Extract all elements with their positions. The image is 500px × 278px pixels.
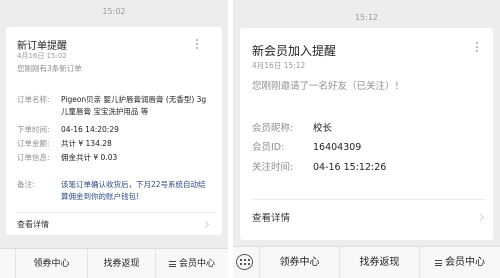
chevron-right-icon: [201, 220, 210, 229]
keyboard-icon[interactable]: [236, 254, 253, 270]
more-options-icon[interactable]: [195, 39, 199, 51]
order-name-row: 订单名称: Pigeon贝亲 婴儿护唇膏润唇膏 (无香型) 3g儿童唇膏 宝宝洗…: [17, 94, 217, 120]
chevron-right-icon: [476, 213, 485, 222]
menu-find-coupon-label: 找券返现: [359, 257, 400, 268]
order-remark-label: 备注:: [17, 180, 35, 189]
menu-member-center-label: 会员中心: [445, 257, 485, 268]
menu-member-center-label: 会员中心: [178, 259, 215, 269]
follow-time-value: 04-16 15:12:26: [313, 162, 387, 173]
order-remark-value: 该笔订单确认收货后，下月22号系统自动结算佣金到你的账户钱包!: [61, 180, 206, 201]
order-amount-label: 订单金额:: [17, 139, 50, 148]
order-time-label: 下单时间:: [17, 125, 50, 134]
member-nickname-label: 会员昵称:: [252, 123, 294, 134]
submenu-icon: [435, 260, 442, 266]
member-id-value: 16404309: [313, 142, 362, 153]
follow-time-label: 关注时间:: [252, 162, 294, 173]
card-description: 您刚刚邀请了一名好友（已关注）！: [252, 81, 405, 92]
card-date: 4月16日 15:02: [17, 52, 67, 60]
left-chat-panel: 15:02 新订单提醒 4月16日 15:02 您刚刚有3条新订单 订单名称: …: [0, 0, 228, 278]
order-name-label: 订单名称:: [17, 95, 50, 104]
menu-coupon-center[interactable]: 领券中心: [259, 247, 339, 278]
menu-coupon-center-label: 领券中心: [279, 257, 320, 268]
menu-coupon-center[interactable]: 领券中心: [15, 249, 87, 278]
bottom-menu-bar: 领券中心 找券返现 会员中心: [233, 246, 500, 278]
more-options-icon[interactable]: [475, 42, 479, 54]
order-amount-value: 共计 ¥ 134.28: [61, 139, 112, 148]
menu-member-center[interactable]: 会员中心: [155, 249, 228, 278]
new-order-notification-card[interactable]: 新订单提醒 4月16日 15:02 您刚刚有3条新订单 订单名称: Pigeon…: [6, 27, 222, 235]
submenu-icon: [168, 261, 176, 267]
menu-member-center[interactable]: 会员中心: [419, 247, 500, 278]
new-member-notification-card[interactable]: 新会员加入提醒 4月16日 15:12 您刚刚邀请了一名好友（已关注）！ 会员昵…: [240, 28, 493, 240]
view-details-link[interactable]: 查看详情: [252, 210, 290, 224]
member-nickname-value: 校长: [313, 123, 333, 134]
order-time-value: 04-16 14:20:29: [61, 125, 119, 134]
message-timestamp: 15:12: [354, 13, 379, 22]
menu-find-coupon-label: 找券返现: [103, 259, 140, 269]
bottom-menu-bar: 领券中心 找券返现 会员中心: [0, 248, 228, 278]
menu-coupon-center-label: 领券中心: [33, 259, 70, 269]
card-divider: [252, 199, 485, 200]
right-chat-panel: 15:12 新会员加入提醒 4月16日 15:12 您刚刚邀请了一名好友（已关注…: [233, 0, 500, 278]
card-description: 您刚刚有3条新订单: [17, 64, 82, 73]
menu-find-coupon-cashback[interactable]: 找券返现: [339, 247, 419, 278]
card-title: 新订单提醒: [17, 41, 67, 52]
message-timestamp: 15:02: [102, 7, 126, 16]
order-info-value: 佣金共计 ¥ 0.03: [61, 153, 118, 162]
card-date: 4月16日 15:12: [252, 61, 306, 70]
menu-find-coupon-cashback[interactable]: 找券返现: [87, 249, 155, 278]
order-info-label: 订单信息:: [17, 153, 50, 162]
member-id-label: 会员ID:: [252, 142, 285, 153]
card-title: 新会员加入提醒: [252, 44, 337, 58]
order-name-value: Pigeon贝亲 婴儿护唇膏润唇膏 (无香型) 3g儿童唇膏 宝宝洗护用品 等: [61, 95, 207, 116]
view-details-link[interactable]: 查看详情: [17, 219, 49, 230]
card-divider: [17, 212, 216, 213]
order-remark-row: 备注: 该笔订单确认收货后，下月22号系统自动结算佣金到你的账户钱包!: [17, 179, 217, 205]
